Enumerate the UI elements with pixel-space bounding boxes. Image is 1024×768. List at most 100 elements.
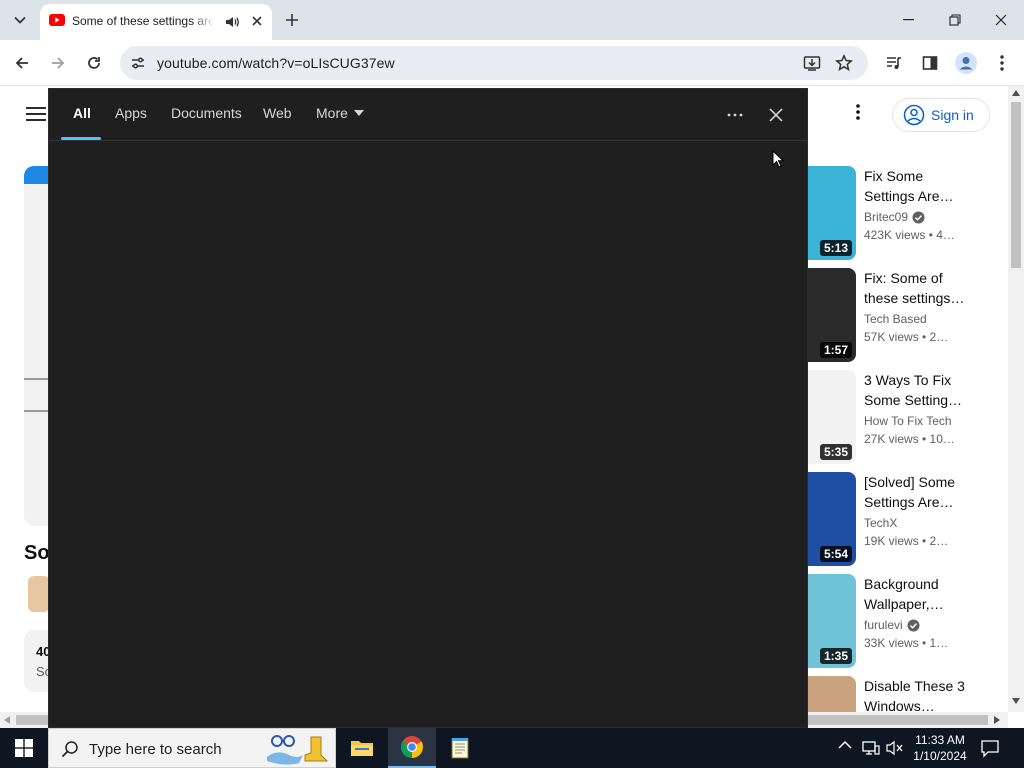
show-hidden-icons-button[interactable] (838, 740, 852, 750)
tab-apps[interactable]: Apps (115, 105, 147, 121)
video-title-fragment: So (24, 542, 50, 564)
guide-menu-button[interactable] (26, 106, 46, 122)
video-title-line: Fix Some (864, 168, 924, 184)
restore-icon (949, 14, 961, 26)
browser-toolbar: youtube.com/watch?v=oLIsCUG37ew (0, 40, 1024, 86)
forward-button[interactable] (44, 49, 72, 77)
video-duration: 5:13 (819, 240, 852, 256)
system-clock[interactable]: 11:33 AM 1/10/2024 (912, 732, 968, 764)
vertical-scrollbar[interactable] (1008, 86, 1024, 712)
close-search-button[interactable] (763, 103, 789, 127)
video-thumbnail[interactable]: 1:35 (808, 574, 856, 668)
recommended-video[interactable]: 5:35 3 Ways To Fix Some Setting… How To Fix… (808, 370, 1008, 466)
speaker-muted-icon (886, 740, 903, 756)
video-thumbnail[interactable] (808, 676, 856, 712)
start-button[interactable] (0, 728, 48, 768)
video-title[interactable]: 3 Ways To Fix Some Setting… (864, 370, 974, 410)
video-title-line: Some Setting… (864, 392, 963, 408)
video-title[interactable]: Disable These 3 Windows… (864, 676, 974, 712)
search-icon (61, 741, 78, 758)
channel-name[interactable]: TechX (864, 516, 897, 530)
video-duration: 1:35 (819, 648, 852, 664)
back-button[interactable] (8, 49, 36, 77)
reload-icon (88, 57, 100, 69)
video-thumbnail[interactable]: 5:35 (808, 370, 856, 464)
video-meta: 423K views • 4… (864, 228, 955, 242)
profile-button[interactable] (952, 49, 980, 77)
video-meta: 33K views • 1… (864, 636, 949, 650)
tab-all[interactable]: All (73, 105, 91, 121)
video-title[interactable]: [Solved] Some Settings Are… (864, 472, 974, 512)
tab-web[interactable]: Web (263, 105, 292, 121)
windows-logo-icon (15, 739, 33, 757)
scroll-down-icon (1012, 698, 1020, 704)
caret-down-icon (353, 110, 364, 116)
settings-menu-button[interactable] (856, 104, 860, 120)
tab-close-button[interactable] (248, 12, 266, 30)
more-options-button[interactable] (723, 103, 747, 127)
scrollbar-thumb[interactable] (1011, 102, 1021, 268)
tab-more-label: More (316, 105, 348, 121)
taskbar-chrome[interactable] (388, 728, 436, 768)
description-box[interactable]: 40 So (24, 630, 52, 692)
video-title[interactable]: Background Wallpaper,… (864, 574, 974, 614)
windows-search-flyout: All Apps Documents Web More (48, 88, 808, 728)
site-info-button[interactable] (126, 51, 150, 75)
channel-name[interactable]: How To Fix Tech (864, 414, 952, 428)
new-tab-button[interactable] (282, 10, 302, 30)
channel-name-text: Tech Based (864, 312, 927, 326)
browser-tab[interactable]: Some of these settings are managed by yo… (40, 4, 272, 40)
chrome-menu-button[interactable] (988, 49, 1016, 77)
reload-button[interactable] (80, 49, 108, 77)
taskbar-search-box[interactable]: Type here to search (48, 728, 336, 768)
taskbar-notepad[interactable] (436, 728, 484, 768)
search-scope-tabs: All Apps Documents Web More (49, 89, 807, 141)
video-thumbnail[interactable]: 5:54 (808, 472, 856, 566)
install-app-button[interactable] (800, 51, 824, 75)
video-title-line: Windows… (864, 698, 935, 712)
recommended-video[interactable]: 1:57 Fix: Some of these settings… Tech Base… (808, 268, 1008, 364)
recommended-video[interactable]: 5:13 Fix Some Settings Are… Britec09 423K vi… (808, 166, 1008, 262)
video-duration: 1:57 (819, 342, 852, 358)
tab-more[interactable]: More (316, 105, 364, 121)
video-title-line: Fix: Some of (864, 270, 943, 286)
side-panel-button[interactable] (916, 49, 944, 77)
action-center-button[interactable] (980, 738, 1000, 758)
video-thumbnail[interactable]: 5:13 (808, 166, 856, 260)
channel-name-text: furulevi (864, 618, 903, 632)
sign-in-button[interactable]: Sign in (892, 98, 990, 132)
video-title[interactable]: Fix Some Settings Are… (864, 166, 974, 206)
taskbar-file-explorer[interactable] (338, 728, 386, 768)
video-title-line: Background (864, 576, 939, 592)
tab-search-button[interactable] (6, 6, 34, 34)
channel-name-text: How To Fix Tech (864, 414, 952, 428)
restore-button[interactable] (932, 0, 978, 40)
recommended-video[interactable]: Disable These 3 Windows… (808, 676, 1008, 712)
bookmark-button[interactable] (832, 51, 856, 75)
scroll-left-icon (4, 716, 10, 724)
channel-name[interactable]: furulevi (864, 618, 920, 632)
video-title-line: these settings… (864, 290, 965, 306)
video-thumbnail[interactable]: 1:57 (808, 268, 856, 362)
more-horiz-icon (727, 113, 743, 117)
video-title-line: [Solved] Some (864, 474, 956, 490)
network-status[interactable] (862, 740, 880, 756)
close-window-button[interactable] (978, 0, 1024, 40)
notification-icon (981, 740, 999, 758)
channel-name[interactable]: Tech Based (864, 312, 927, 326)
tab-documents[interactable]: Documents (171, 105, 242, 121)
video-title[interactable]: Fix: Some of these settings… (864, 268, 974, 308)
media-control-button[interactable] (880, 49, 908, 77)
address-bar[interactable]: youtube.com/watch?v=oLIsCUG37ew (120, 46, 868, 80)
active-tab-indicator (61, 137, 101, 140)
minimize-button[interactable] (886, 0, 932, 40)
recommended-video[interactable]: 5:54 [Solved] Some Settings Are… TechX 19K v… (808, 472, 1008, 568)
volume-status[interactable] (886, 740, 904, 756)
youtube-favicon-icon (49, 14, 65, 26)
arrow-right-icon (52, 57, 65, 69)
tab-strip: Some of these settings are managed by yo… (0, 0, 1024, 40)
speaker-icon[interactable] (224, 14, 240, 30)
channel-name[interactable]: Britec09 (864, 210, 925, 224)
recommended-video[interactable]: 1:35 Background Wallpaper,… furulevi 33K vie… (808, 574, 1008, 670)
channel-avatar[interactable] (28, 576, 50, 612)
